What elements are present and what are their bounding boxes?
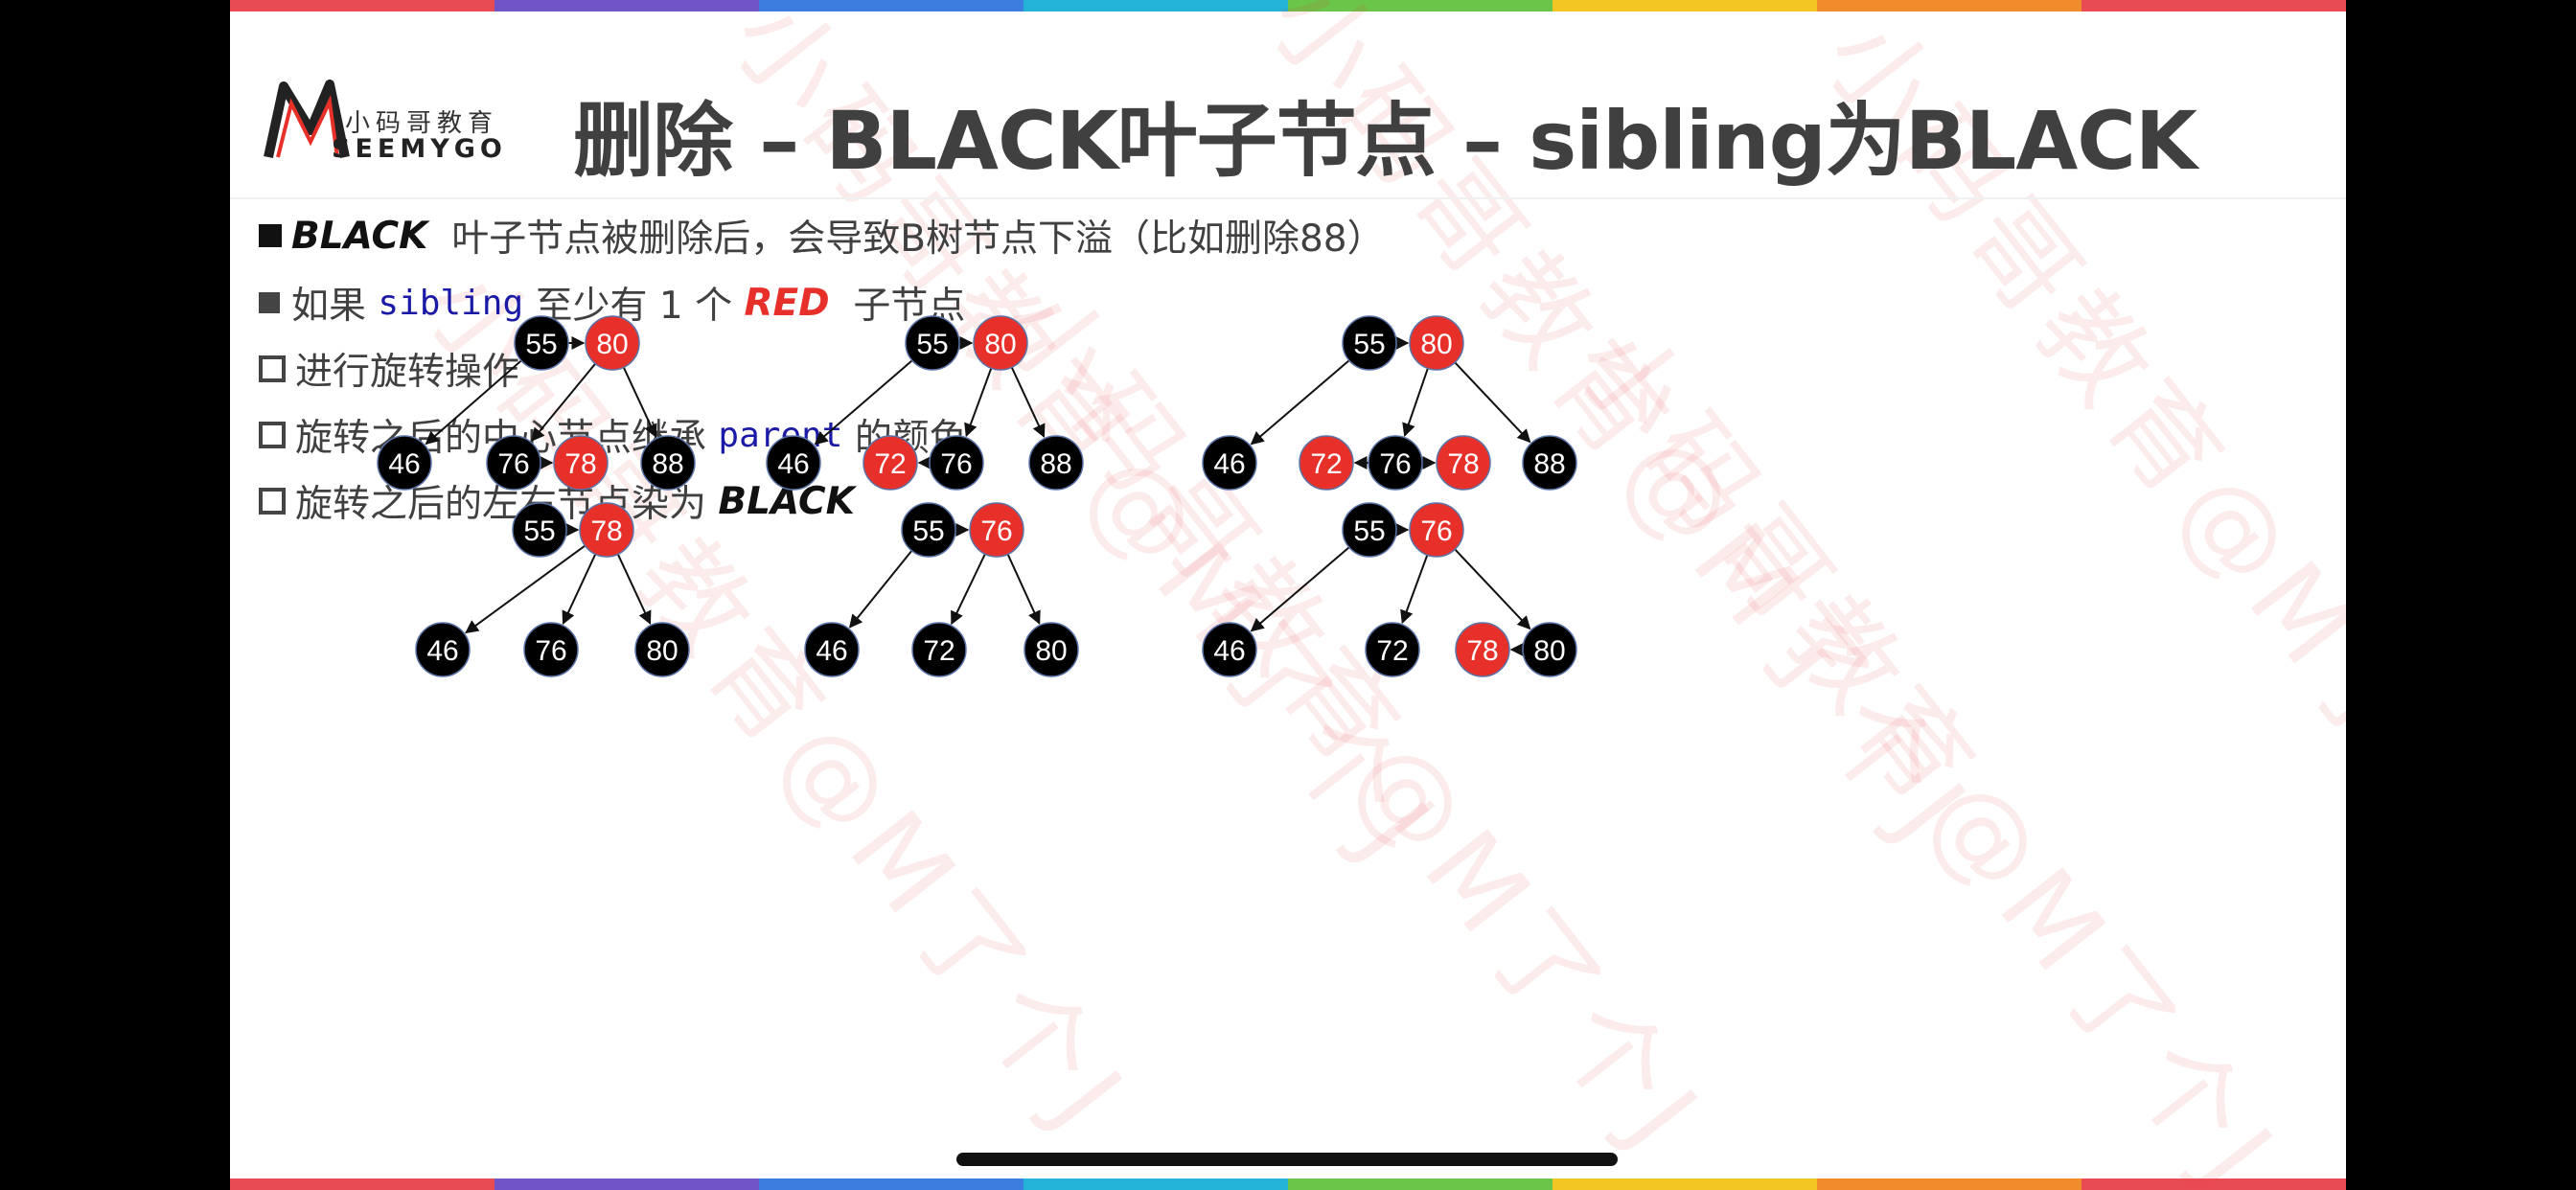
tree-node-label: 76 (497, 448, 529, 480)
tree-node-label: 55 (525, 329, 557, 360)
tree-node-red: 78 (553, 435, 609, 491)
tree-node-label: 46 (1213, 635, 1245, 667)
tree-node-black: 80 (1024, 622, 1079, 677)
tree-edge-arrow (465, 544, 586, 634)
tree-node-red: 80 (585, 315, 640, 371)
tree-node-label: 78 (1447, 448, 1479, 480)
tree-node-label: 80 (984, 329, 1016, 360)
tree-node-black: 55 (512, 502, 567, 558)
tree-node-red: 78 (1436, 435, 1491, 491)
tree-node-label: 88 (1040, 448, 1071, 480)
tree-node-black: 80 (634, 622, 690, 677)
tree-edge-arrow (1402, 368, 1429, 437)
tree-node-red: 72 (1299, 435, 1354, 491)
tree-edge-arrow (1250, 359, 1350, 446)
tree-node-black: 76 (486, 435, 541, 491)
tree-node-label: 76 (1420, 515, 1452, 547)
tree-node-label: 80 (1533, 635, 1565, 667)
tree-node-label: 46 (1213, 448, 1245, 480)
tree-node-red: 72 (862, 435, 918, 491)
home-indicator[interactable] (956, 1153, 1618, 1166)
tree-node-black: 46 (1202, 622, 1257, 677)
tree-edge-arrow (1006, 554, 1041, 625)
tree-node-label: 72 (1310, 448, 1342, 480)
tree-node-label: 72 (923, 635, 954, 667)
rb-tree-diagrams: 55 80 46 76 78 88 55 80 46 72 76 88 55 80 46 72 76 78 88 55… (377, 315, 1577, 677)
tree-node-label: 78 (1466, 635, 1498, 667)
tree-node-black: 76 (929, 435, 984, 491)
tree-node-label: 88 (652, 448, 683, 480)
tree-node-black: 55 (1342, 315, 1397, 371)
tree-node-black: 46 (804, 622, 860, 677)
tree-node-black: 72 (911, 622, 967, 677)
tree-edge-arrow (951, 553, 986, 626)
tree-node-black: 88 (640, 435, 696, 491)
tree-node-label: 55 (916, 329, 948, 360)
tree-node-label: 88 (1533, 448, 1565, 480)
tree-edge-arrow (964, 367, 993, 438)
tree-edge-arrow (425, 359, 522, 446)
tree-edge-arrow (616, 553, 652, 626)
tree-node-label: 78 (590, 515, 622, 547)
tree-edge-arrow (622, 366, 657, 439)
tree-node-black: 46 (415, 622, 471, 677)
tree-edge-arrow (531, 362, 596, 442)
tree-node-black: 76 (523, 622, 579, 677)
tree-node-black: 55 (905, 315, 960, 371)
tree-node-label: 76 (980, 515, 1012, 547)
tree-node-red: 76 (969, 502, 1024, 558)
tree-node-label: 80 (596, 329, 628, 360)
tree-node-red: 78 (579, 502, 634, 558)
tree-node-label: 46 (816, 635, 847, 667)
tree-node-label: 78 (564, 448, 596, 480)
tree-node-black: 46 (766, 435, 821, 491)
tree-node-label: 46 (426, 635, 458, 667)
slide: 小码哥教育@M了个J 小码哥教育@M了个J 小码哥教育@M了个J 小码哥教育@M了个J… (230, 0, 2346, 1190)
tree-node-black: 88 (1028, 435, 1084, 491)
tree-node-label: 46 (777, 448, 809, 480)
tree-node-black: 46 (377, 435, 432, 491)
tree-node-label: 72 (1376, 635, 1408, 667)
tree-edge-arrow (1454, 361, 1531, 444)
tree-node-black: 46 (1202, 435, 1257, 491)
tree-node-black: 72 (1365, 622, 1420, 677)
tree-node-label: 55 (1353, 329, 1385, 360)
tree-node-black: 76 (1368, 435, 1423, 491)
tree-edge-arrow (1400, 554, 1429, 625)
tree-node-red: 80 (1409, 315, 1464, 371)
tree-node-black: 55 (901, 502, 956, 558)
tree-node-label: 55 (523, 515, 555, 547)
tree-node-label: 80 (1420, 329, 1452, 360)
tree-edge-arrow (1454, 548, 1531, 630)
tree-node-label: 76 (1379, 448, 1411, 480)
tree-node-label: 46 (388, 448, 420, 480)
tree-node-red: 76 (1409, 502, 1464, 558)
tree-edge-arrow (1250, 546, 1350, 632)
tree-edge-arrow (814, 359, 913, 446)
tree-node-label: 55 (912, 515, 944, 547)
tree-node-label: 76 (535, 635, 566, 667)
tree-node-black: 55 (1342, 502, 1397, 558)
tree-node-label: 80 (646, 635, 678, 667)
tree-node-black: 80 (1522, 622, 1577, 677)
tree-node-black: 88 (1522, 435, 1577, 491)
tree-edge-arrow (848, 550, 913, 629)
tree-node-label: 76 (940, 448, 972, 480)
tree-node-red: 78 (1455, 622, 1510, 677)
tree-node-label: 55 (1353, 515, 1385, 547)
tree-node-label: 72 (874, 448, 906, 480)
tree-node-black: 55 (514, 315, 569, 371)
tree-node-label: 80 (1035, 635, 1067, 667)
tree-edge-arrow (562, 553, 597, 626)
tree-edge-arrow (1010, 366, 1046, 439)
tree-node-red: 80 (973, 315, 1028, 371)
